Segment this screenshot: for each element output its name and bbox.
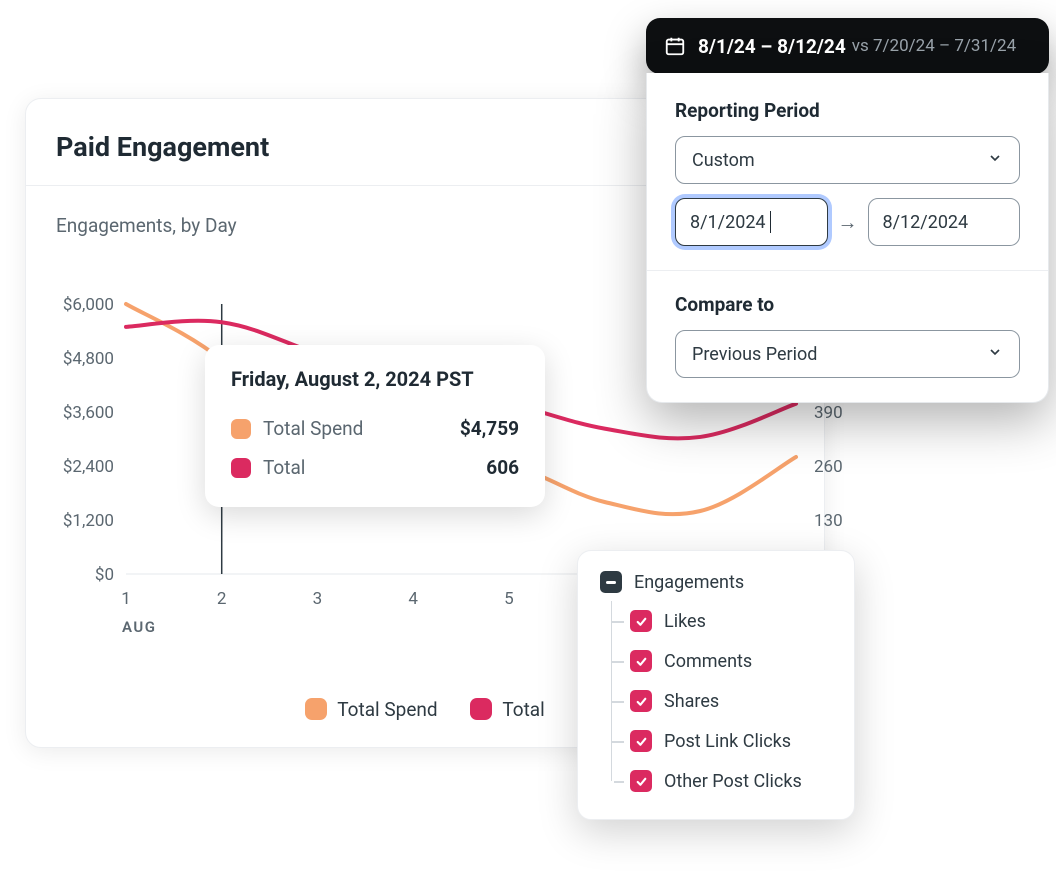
checkbox-checked-icon[interactable] bbox=[630, 650, 652, 672]
arrow-right-icon: → bbox=[838, 210, 858, 235]
checkbox-checked-icon[interactable] bbox=[630, 610, 652, 632]
filter-item-label: Likes bbox=[664, 611, 706, 632]
svg-text:130: 130 bbox=[814, 511, 843, 531]
divider bbox=[647, 270, 1048, 271]
svg-text:5: 5 bbox=[504, 589, 514, 609]
compare-to-value: Previous Period bbox=[692, 344, 817, 365]
tooltip-total-label: Total bbox=[263, 456, 486, 479]
start-date-input[interactable]: 8/1/2024 bbox=[675, 198, 828, 246]
date-range-compare: vs 7/20/24 – 7/31/24 bbox=[852, 36, 1016, 56]
filter-root-label: Engagements bbox=[634, 572, 744, 593]
engagements-filter: Engagements Likes Comments Shares Post Link… bbox=[577, 550, 855, 820]
checkbox-indeterminate-icon[interactable] bbox=[600, 571, 622, 593]
reporting-period-value: Custom bbox=[692, 150, 755, 171]
svg-text:3: 3 bbox=[313, 589, 323, 609]
filter-item-label: Other Post Clicks bbox=[664, 771, 802, 792]
reporting-period-label: Reporting Period bbox=[675, 99, 1020, 122]
date-range-primary: 8/1/24 – 8/12/24 bbox=[698, 35, 846, 58]
tooltip-spend-value: $4,759 bbox=[460, 417, 519, 440]
compare-to-select[interactable]: Previous Period bbox=[675, 330, 1020, 378]
svg-text:260: 260 bbox=[814, 457, 843, 477]
filter-root[interactable]: Engagements bbox=[600, 571, 832, 593]
swatch-pink-icon bbox=[231, 458, 251, 478]
chart-tooltip: Friday, August 2, 2024 PST Total Spend $… bbox=[205, 345, 545, 507]
svg-text:1: 1 bbox=[121, 589, 131, 609]
swatch-orange bbox=[305, 698, 327, 720]
chevron-down-icon bbox=[987, 344, 1003, 365]
svg-text:$1,200: $1,200 bbox=[63, 511, 114, 531]
tooltip-total-value: 606 bbox=[486, 456, 519, 479]
checkbox-checked-icon[interactable] bbox=[630, 690, 652, 712]
tooltip-row-spend: Total Spend $4,759 bbox=[231, 409, 519, 448]
text-caret bbox=[770, 211, 772, 233]
tooltip-row-total: Total 606 bbox=[231, 448, 519, 487]
svg-text:$2,400: $2,400 bbox=[63, 457, 114, 477]
checkbox-checked-icon[interactable] bbox=[630, 730, 652, 752]
filter-item[interactable]: Likes bbox=[612, 601, 832, 641]
svg-text:$4,800: $4,800 bbox=[63, 349, 114, 369]
legend-item-total: Total bbox=[470, 698, 544, 721]
compare-to-label: Compare to bbox=[675, 293, 1020, 316]
date-range-bar[interactable]: 8/1/24 – 8/12/24 vs 7/20/24 – 7/31/24 bbox=[646, 18, 1049, 74]
filter-item[interactable]: Other Post Clicks bbox=[612, 761, 832, 801]
filter-item-label: Shares bbox=[664, 691, 719, 712]
calendar-icon bbox=[664, 35, 686, 57]
end-date-input[interactable]: 8/12/2024 bbox=[868, 198, 1021, 246]
start-date-value: 8/1/2024 bbox=[690, 212, 766, 233]
swatch-orange-icon bbox=[231, 419, 251, 439]
svg-text:AUG: AUG bbox=[122, 618, 156, 636]
chevron-down-icon bbox=[987, 150, 1003, 171]
filter-item[interactable]: Shares bbox=[612, 681, 832, 721]
tooltip-spend-label: Total Spend bbox=[263, 417, 460, 440]
swatch-pink bbox=[470, 698, 492, 720]
legend-total-label: Total bbox=[502, 698, 544, 721]
date-row: 8/1/2024 → 8/12/2024 bbox=[675, 198, 1020, 246]
filter-children: Likes Comments Shares Post Link Clicks Other… bbox=[611, 601, 832, 801]
filter-item[interactable]: Comments bbox=[612, 641, 832, 681]
svg-text:4: 4 bbox=[408, 589, 418, 609]
svg-text:$3,600: $3,600 bbox=[63, 403, 114, 423]
legend-item-spend: Total Spend bbox=[305, 698, 437, 721]
legend-spend-label: Total Spend bbox=[337, 698, 437, 721]
reporting-period-select[interactable]: Custom bbox=[675, 136, 1020, 184]
reporting-panel: Reporting Period Custom 8/1/2024 → 8/12/… bbox=[646, 73, 1049, 403]
checkbox-checked-icon[interactable] bbox=[630, 770, 652, 792]
filter-item-label: Comments bbox=[664, 651, 752, 672]
svg-text:$0: $0 bbox=[95, 565, 114, 585]
filter-item[interactable]: Post Link Clicks bbox=[612, 721, 832, 761]
end-date-value: 8/12/2024 bbox=[883, 212, 969, 233]
filter-item-label: Post Link Clicks bbox=[664, 731, 791, 752]
svg-text:$6,000: $6,000 bbox=[63, 295, 114, 315]
svg-text:2: 2 bbox=[217, 589, 227, 609]
svg-text:390: 390 bbox=[814, 403, 843, 423]
tooltip-date: Friday, August 2, 2024 PST bbox=[231, 367, 519, 391]
